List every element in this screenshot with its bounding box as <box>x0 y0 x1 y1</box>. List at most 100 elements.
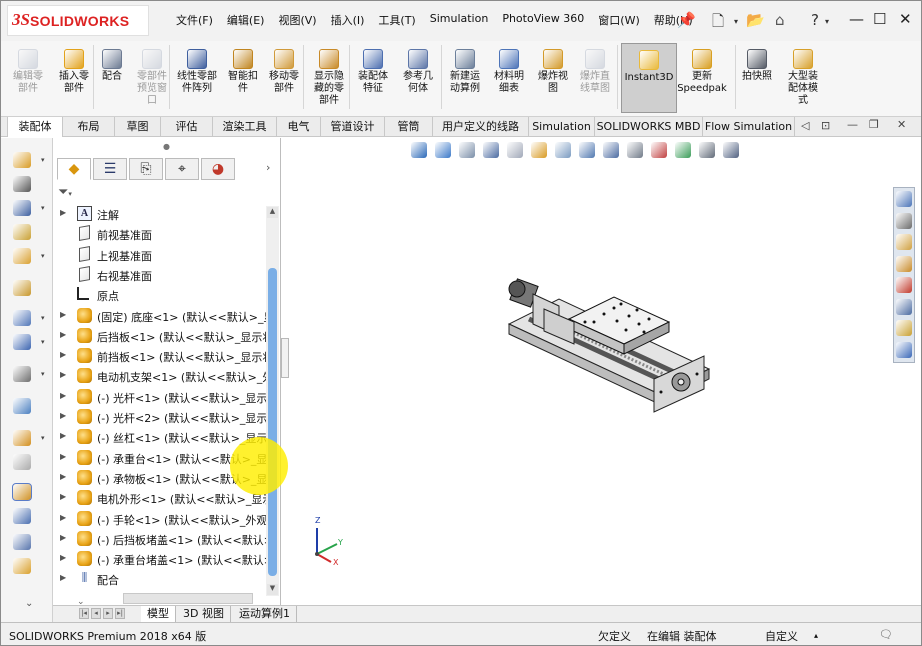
forum-icon[interactable] <box>896 341 912 358</box>
tree-item[interactable]: ▶ 电机外形<1> (默认<<默认>_显示 <box>53 488 268 508</box>
edit-appearance-icon[interactable] <box>651 142 667 158</box>
tree-item[interactable]: ▶ ⦀ 配合 <box>53 569 268 589</box>
model-tab-1[interactable]: 3D 视图 <box>177 606 231 622</box>
move-component-icon[interactable] <box>13 248 31 264</box>
snapshot-icon[interactable] <box>13 534 31 550</box>
dropdown-arrow-icon[interactable]: ▾ <box>41 370 45 378</box>
expand-arrow-icon[interactable]: ▶ <box>60 310 66 319</box>
prev-tab-arrow-icon[interactable]: ◂ <box>91 608 101 619</box>
status-units[interactable]: 自定义 <box>765 628 798 644</box>
scroll-down-icon[interactable]: ▼ <box>267 584 278 595</box>
ribbon-button-6[interactable]: 移动零 部件 <box>264 43 304 113</box>
pin-icon[interactable]: 📌 <box>677 11 696 29</box>
tab-2[interactable]: 草图 <box>115 117 161 137</box>
tab-feature-manager[interactable]: ◆ <box>57 158 91 180</box>
first-tab-arrow-icon[interactable]: |◂ <box>79 608 89 619</box>
view-settings-icon[interactable] <box>699 142 715 158</box>
tree-item[interactable]: ▶ (-) 后挡板堵盖<1> (默认<<默认> <box>53 529 268 549</box>
large-assembly-icon[interactable] <box>13 558 31 574</box>
tab-dimxpert[interactable]: ⌖ <box>165 158 199 180</box>
tree-item[interactable]: ▶ (-) 光杆<2> (默认<<默认>_显示状 <box>53 407 268 427</box>
close-icon[interactable]: ✕ <box>899 10 912 28</box>
tree-item[interactable]: 上视基准面 <box>53 245 268 265</box>
filter-icon[interactable]: ⏷▾ <box>58 185 72 200</box>
tree-item[interactable]: ▶ (-) 手轮<1> (默认<<默认>_外观 <box>53 509 268 529</box>
mate-icon[interactable] <box>13 176 31 192</box>
zoom-icon[interactable] <box>483 142 499 158</box>
minimize-icon[interactable]: — <box>849 10 864 28</box>
window-restore-icon[interactable]: ⊡ <box>821 119 830 132</box>
expand-arrow-icon[interactable]: ▶ <box>60 330 66 339</box>
tab-9[interactable]: Simulation <box>529 117 595 137</box>
ribbon-button-13[interactable]: 爆炸直 线草图 <box>575 43 615 113</box>
zoom-to-fit-icon[interactable] <box>411 142 427 158</box>
dropdown-arrow-icon[interactable]: ▾ <box>41 204 45 212</box>
expand-arrow-icon[interactable]: ▶ <box>60 431 66 440</box>
expand-arrow-icon[interactable]: ▶ <box>60 573 66 582</box>
next-tab-arrow-icon[interactable]: ▸ <box>103 608 113 619</box>
ribbon-button-15[interactable]: 更新 Speedpak <box>677 43 727 113</box>
open-file-icon[interactable]: 📂 <box>746 11 765 29</box>
speedpak-icon[interactable] <box>13 508 31 524</box>
doc-restore-icon[interactable]: ❐ <box>869 118 879 131</box>
tree-scrollbar[interactable]: ▲ ▼ <box>266 206 279 596</box>
maximize-icon[interactable]: ☐ <box>873 10 886 28</box>
smart-fastener-icon[interactable] <box>13 224 31 240</box>
tree-item[interactable]: 原点 <box>53 285 268 305</box>
expand-arrow-icon[interactable]: ▶ <box>60 513 66 522</box>
tab-7[interactable]: 管筒 <box>385 117 433 137</box>
expand-arrow-icon[interactable]: ▶ <box>60 391 66 400</box>
tabs-more-icon[interactable]: › <box>266 161 270 174</box>
model-tab-2[interactable]: 运动算例1 <box>233 606 297 622</box>
ribbon-button-9[interactable]: 参考几 何体 <box>397 43 439 113</box>
tab-6[interactable]: 管道设计 <box>321 117 385 137</box>
home-icon[interactable] <box>896 191 912 207</box>
menu-item-7[interactable]: 窗口(W) <box>591 12 646 28</box>
dropdown-arrow-icon[interactable]: ▾ <box>41 434 45 442</box>
new-document-icon[interactable]: 🗋 <box>712 11 724 36</box>
ribbon-button-8[interactable]: 装配体 特征 <box>353 43 393 113</box>
dropdown-arrow-icon[interactable]: ▾ <box>41 314 45 322</box>
apply-scene-icon[interactable] <box>675 142 691 158</box>
scrollbar-thumb[interactable] <box>268 268 277 576</box>
tab-display-manager[interactable]: ◕ <box>201 158 235 180</box>
ribbon-button-5[interactable]: 智能扣 件 <box>223 43 263 113</box>
menu-item-1[interactable]: 编辑(E) <box>220 12 272 28</box>
motion-study-icon[interactable] <box>13 366 31 382</box>
insert-component-icon[interactable] <box>13 152 31 168</box>
dropdown-arrow-icon[interactable]: ▾ <box>41 252 45 260</box>
tab-4[interactable]: 渲染工具 <box>213 117 277 137</box>
menu-item-4[interactable]: 工具(T) <box>371 12 422 28</box>
menu-item-6[interactable]: PhotoView 360 <box>495 12 591 28</box>
view-orientation-icon[interactable] <box>603 142 619 158</box>
help-dropdown-icon[interactable]: ▾ <box>825 17 829 26</box>
tree-item[interactable]: ▶ 后挡板<1> (默认<<默认>_显示状 <box>53 326 268 346</box>
solidworks-logo[interactable]: 3S SOLIDWORKS <box>7 5 149 36</box>
hide-show-icon[interactable] <box>627 142 643 158</box>
expand-arrow-icon[interactable]: ▶ <box>60 452 66 461</box>
expand-arrow-icon[interactable]: ▶ <box>60 411 66 420</box>
model-tab-0[interactable]: 模型 <box>141 606 176 622</box>
monitor-icon[interactable] <box>723 142 739 158</box>
graphics-area[interactable]: Z Y X <box>289 138 893 606</box>
ribbon-button-17[interactable]: 大型装 配体模 式 <box>783 43 823 113</box>
tab-configuration-manager[interactable]: ⎘ <box>129 158 163 180</box>
options-icon[interactable]: ⌂ <box>775 11 785 29</box>
tree-item[interactable]: 右视基准面 <box>53 265 268 285</box>
tree-item[interactable]: ▶ 电动机支架<1> (默认<<默认>_外 <box>53 366 268 386</box>
menu-item-3[interactable]: 插入(I) <box>324 12 372 28</box>
last-tab-arrow-icon[interactable]: ▸| <box>115 608 125 619</box>
bom-icon[interactable] <box>13 398 31 414</box>
tree-item[interactable]: ▶ (固定) 底座<1> (默认<<默认>_显 <box>53 306 268 326</box>
display-style-icon[interactable] <box>579 142 595 158</box>
dropdown-arrow-icon[interactable]: ▾ <box>41 156 45 164</box>
expand-arrow-icon[interactable]: ▶ <box>60 350 66 359</box>
tree-item[interactable]: ▶ (-) 承重台堵盖<1> (默认<<默认> <box>53 549 268 569</box>
units-dropdown-icon[interactable]: ▴ <box>814 631 818 640</box>
tree-item[interactable]: ▶ (-) 光杆<1> (默认<<默认>_显示状 <box>53 387 268 407</box>
toolbar-expand-icon[interactable]: ⌄ <box>25 598 33 609</box>
doc-minimize-icon[interactable]: — <box>847 118 858 131</box>
ribbon-button-16[interactable]: 拍快照 <box>738 43 776 113</box>
toolbox-icon[interactable] <box>896 320 912 336</box>
custom-properties-icon[interactable] <box>896 298 912 315</box>
